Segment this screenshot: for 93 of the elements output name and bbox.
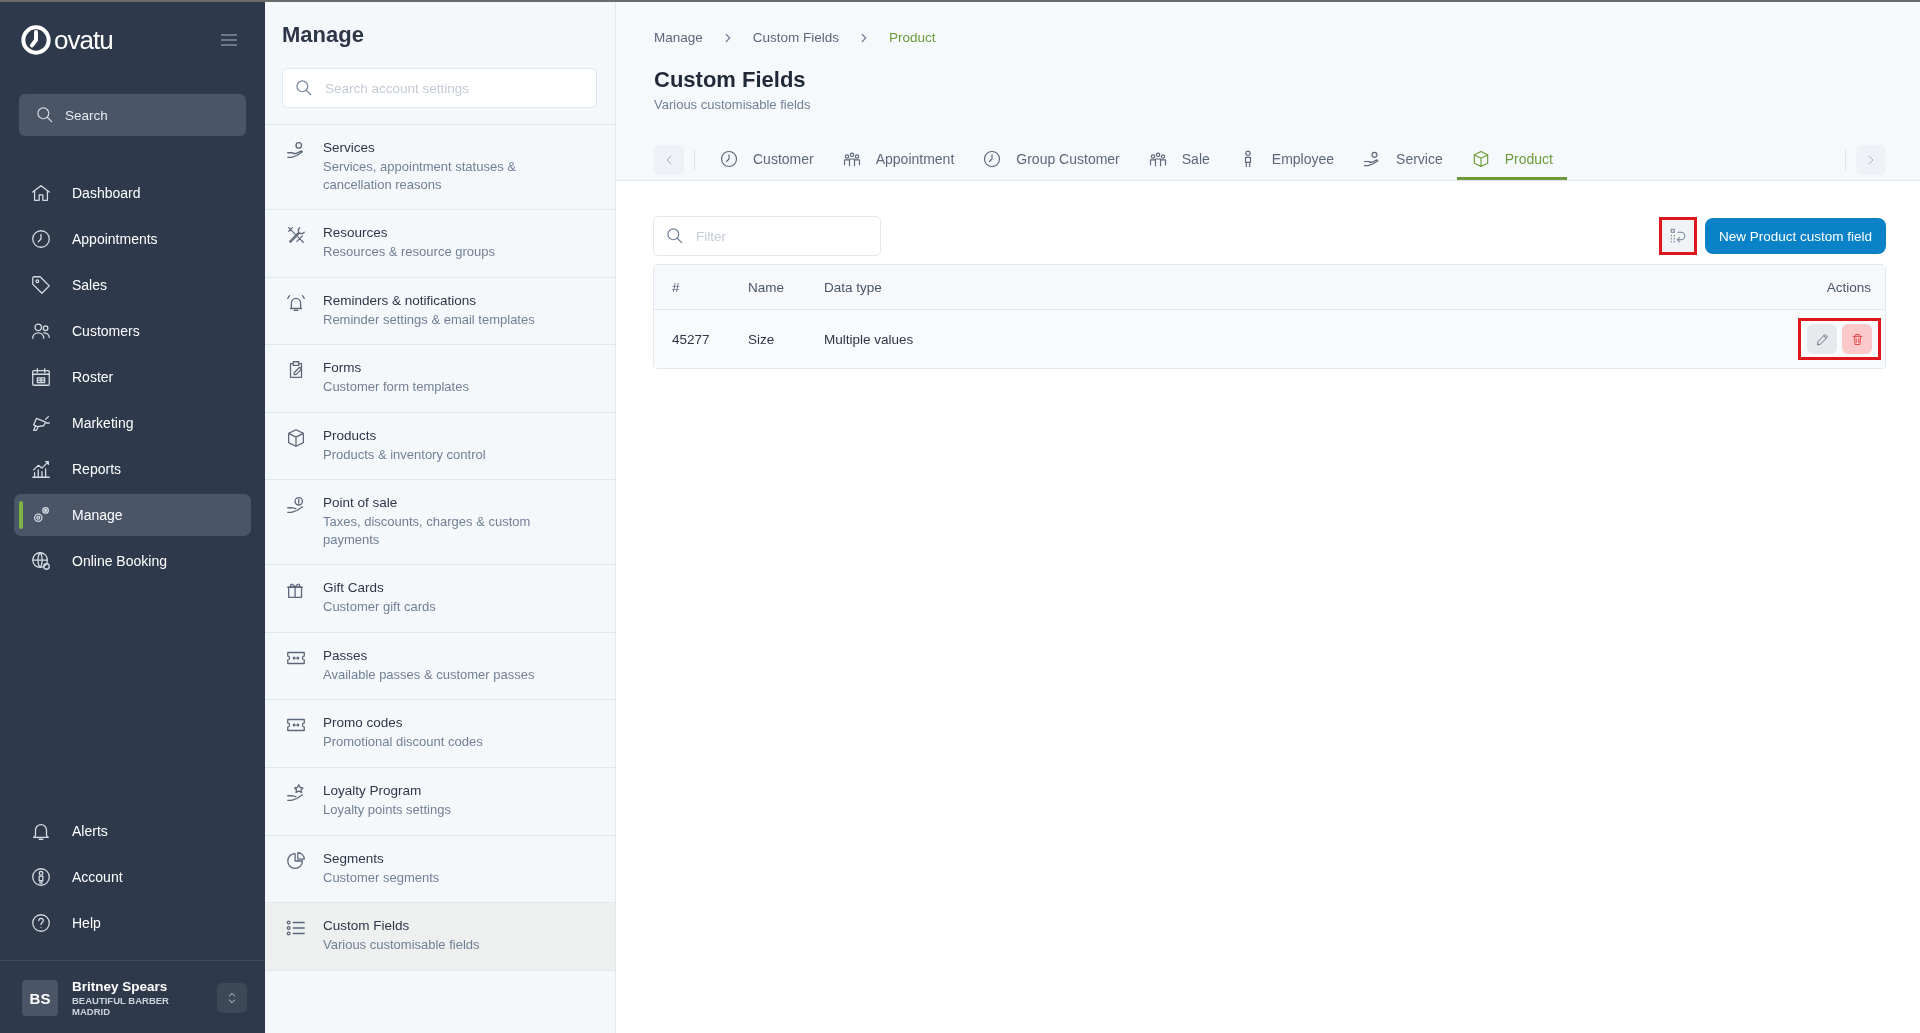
- page-subtitle: Various customisable fields: [654, 97, 812, 112]
- item-description: Customer segments: [323, 868, 440, 887]
- item-description: Services, appointment statuses & cancellation reasons: [323, 158, 517, 194]
- nav-item[interactable]: Dashboard: [14, 172, 251, 214]
- tag-icon: [30, 274, 52, 296]
- settings-item[interactable]: Promo codes Promotional discount codes: [265, 700, 615, 768]
- nav-item[interactable]: Customers: [14, 310, 251, 352]
- nav-item[interactable]: Help: [14, 902, 251, 945]
- panel-title: Manage: [281, 21, 365, 48]
- item-title: Gift Cards: [323, 580, 385, 596]
- business-name: BEAUTIFUL BARBER MADRID: [72, 996, 170, 1017]
- table-cell-text: Size: [748, 331, 776, 347]
- item-description: Taxes, discounts, charges & custom payments: [323, 513, 532, 549]
- clock-icon: [30, 228, 52, 250]
- item-title: Products: [323, 427, 378, 443]
- settings-item[interactable]: Reminders & notifications Reminder settings & email templates: [265, 277, 615, 346]
- delete-button[interactable]: [1842, 324, 1872, 354]
- reorder-icon: [1668, 227, 1687, 245]
- item-description: Customer form templates: [323, 378, 469, 396]
- column-header: #: [671, 279, 681, 295]
- page-title: Custom Fields: [654, 67, 807, 93]
- column-header: Data type: [824, 279, 883, 295]
- item-description: Products & inventory control: [323, 445, 486, 464]
- breadcrumb-link[interactable]: Manage: [654, 30, 703, 45]
- item-title: Resources: [323, 225, 389, 241]
- settings-item[interactable]: Loyalty Program Loyalty points settings: [265, 768, 615, 836]
- item-description: Resources & resource groups: [323, 243, 495, 261]
- settings-item[interactable]: Services Services, appointment statuses & cancellation reasons: [265, 125, 615, 211]
- tab[interactable]: Employee: [1223, 140, 1349, 180]
- search-field[interactable]: Search account settings: [282, 68, 597, 108]
- search-icon: [665, 226, 685, 246]
- help-icon: [30, 912, 52, 935]
- item-title: Passes: [323, 647, 369, 663]
- settings-item[interactable]: Point of sale Taxes, discounts, charges & custom payments: [265, 480, 615, 566]
- clock-logo-icon: [20, 24, 52, 56]
- pencil-icon: [1814, 331, 1830, 347]
- item-title: Promo codes: [323, 715, 404, 731]
- column-header: Actions: [1826, 279, 1872, 295]
- ovatu-logo[interactable]: ovatu: [20, 24, 113, 56]
- settings-item[interactable]: Forms Customer form templates: [265, 345, 615, 413]
- tab[interactable]: Group Customer: [968, 140, 1134, 180]
- nav-item[interactable]: Appointments: [14, 218, 251, 260]
- nav-item[interactable]: Online Booking: [14, 540, 251, 582]
- new-field-button[interactable]: New Product custom field: [1704, 218, 1886, 254]
- nav-item[interactable]: Reports: [14, 448, 251, 490]
- clock-icon: [719, 148, 739, 169]
- nav-item[interactable]: Marketing: [14, 402, 251, 444]
- item-title: Loyalty Program: [323, 783, 423, 798]
- person-circle-icon: [30, 866, 52, 889]
- tab[interactable]: Appointment: [827, 140, 969, 180]
- item-description: Various customisable fields: [323, 936, 480, 954]
- item-description: Customer gift cards: [323, 598, 436, 616]
- settings-item[interactable]: Resources Resources & resource groups: [265, 210, 615, 278]
- item-description: Promotional discount codes: [323, 733, 483, 751]
- settings-item[interactable]: Custom Fields Various customisable fields: [265, 903, 615, 971]
- item-description: Available passes & customer passes: [323, 665, 535, 684]
- nav-item[interactable]: Sales: [14, 264, 251, 306]
- breadcrumb-link[interactable]: Custom Fields: [752, 30, 840, 45]
- table-cell-text: 45277: [671, 331, 711, 347]
- table-cell-text: Multiple values: [824, 331, 915, 347]
- pie-chart-icon: [285, 849, 307, 872]
- settings-item[interactable]: Gift Cards Customer gift cards: [265, 565, 615, 633]
- item-description: Loyalty points settings: [323, 801, 451, 819]
- globe-gear-icon: [30, 550, 52, 572]
- item-title: Forms: [323, 360, 363, 376]
- item-description: Reminder settings & email templates: [323, 310, 535, 329]
- switch-button[interactable]: [217, 983, 247, 1014]
- avatar: BS: [22, 980, 58, 1017]
- tab[interactable]: Customer: [705, 140, 828, 180]
- search-field[interactable]: Search: [19, 94, 246, 136]
- calendar-icon: [30, 366, 52, 388]
- nav-item[interactable]: Account: [14, 856, 251, 899]
- item-title: Services: [323, 140, 376, 155]
- nav-item[interactable]: Manage: [14, 494, 251, 536]
- item-title: Custom Fields: [323, 918, 411, 934]
- filter-field[interactable]: Filter: [653, 216, 881, 256]
- edit-button[interactable]: [1807, 324, 1837, 354]
- item-title: Segments: [323, 850, 385, 866]
- settings-item[interactable]: Passes Available passes & customer passes: [265, 632, 615, 701]
- nav-item[interactable]: Roster: [14, 356, 251, 398]
- tab[interactable]: Sale: [1133, 140, 1224, 180]
- user-name: Britney Spears: [72, 979, 169, 995]
- column-header: Name: [748, 279, 785, 295]
- tab[interactable]: Service: [1348, 140, 1457, 180]
- house-icon: [30, 182, 52, 204]
- item-title: Reminders & notifications: [323, 292, 478, 308]
- item-title: Point of sale: [323, 495, 399, 511]
- reorder-button[interactable]: [1658, 217, 1697, 255]
- bar-chart-icon: [30, 458, 52, 480]
- box-icon: [285, 426, 307, 449]
- clock-icon: [982, 148, 1003, 169]
- settings-item[interactable]: Products Products & inventory control: [265, 412, 615, 481]
- nav-item[interactable]: Alerts: [14, 810, 251, 853]
